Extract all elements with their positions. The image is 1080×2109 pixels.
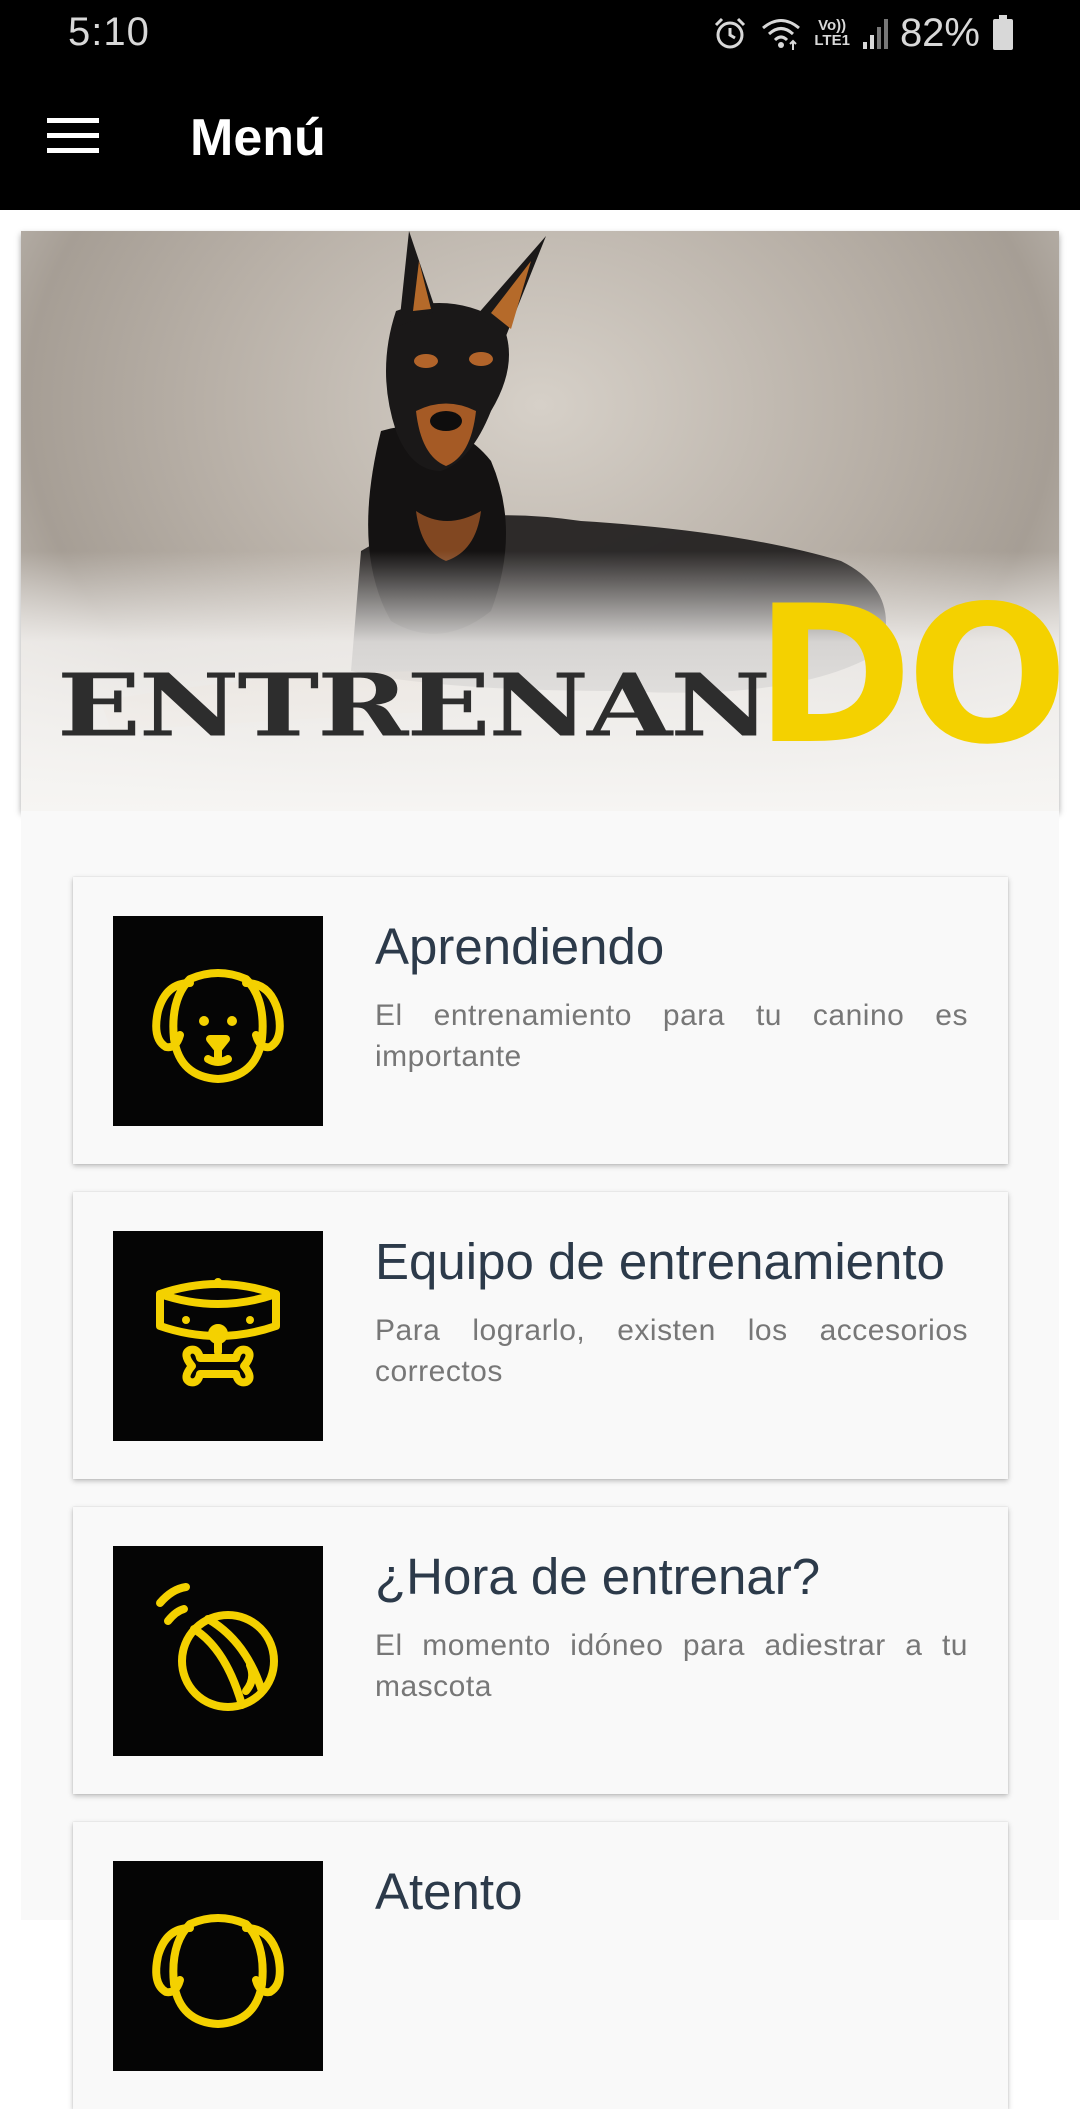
card-hora-de-entrenar[interactable]: ¿Hora de entrenar? El momento idóneo par… — [73, 1507, 1008, 1794]
menu-list: Aprendiendo El entrenamiento para tu can… — [21, 811, 1059, 2109]
brand-text-dog: DOG — [754, 565, 1059, 786]
card-title: Aprendiendo — [375, 918, 665, 975]
card-icon-tile — [113, 1546, 323, 1756]
battery-icon — [992, 15, 1014, 51]
card-equipo-de-entrenamiento[interactable]: Equipo de entrenamiento Para lograrlo, e… — [73, 1192, 1008, 1479]
dog-face-icon — [138, 1884, 298, 2049]
hamburger-icon — [47, 116, 99, 161]
battery-percent: 82% — [899, 10, 980, 55]
dog-collar-bone-icon — [138, 1254, 298, 1419]
status-icons: Vo)) LTE1 82% — [712, 10, 1014, 56]
card-icon-tile — [113, 1861, 323, 2071]
card-description: El entrenamiento para tu canino es impor… — [375, 999, 968, 1073]
card-icon-tile — [113, 1231, 323, 1441]
brand-banner: ENTRENAN DOG — [21, 231, 1059, 811]
wifi-icon — [760, 15, 802, 51]
app-bar: Menú — [0, 66, 1080, 210]
brand-logo: ENTRENAN DOG — [57, 571, 1059, 771]
signal-icon — [862, 16, 888, 50]
alarm-icon — [712, 15, 748, 51]
card-aprendiendo[interactable]: Aprendiendo El entrenamiento para tu can… — [73, 877, 1008, 1164]
dog-face-icon — [138, 939, 298, 1104]
card-description: Para lograrlo, existen los accesorios co… — [375, 1314, 968, 1388]
card-icon-tile — [113, 916, 323, 1126]
status-bar: 5:10 Vo)) LTE1 82% — [0, 0, 1080, 66]
card-title: ¿Hora de entrenar? — [375, 1548, 821, 1605]
network-type-label: Vo)) LTE1 — [814, 17, 850, 49]
page-title: Menú — [190, 109, 326, 167]
brand-text-entrenan: ENTRENAN — [57, 655, 771, 757]
card-atento[interactable]: Atento — [73, 1822, 1008, 2109]
card-title: Equipo de entrenamiento — [375, 1233, 945, 1290]
menu-button[interactable] — [28, 96, 118, 180]
ball-icon — [138, 1569, 298, 1734]
status-time: 5:10 — [68, 10, 150, 54]
card-description: El momento idóneo para adiestrar a tu ma… — [375, 1629, 968, 1703]
card-title: Atento — [375, 1863, 523, 1920]
